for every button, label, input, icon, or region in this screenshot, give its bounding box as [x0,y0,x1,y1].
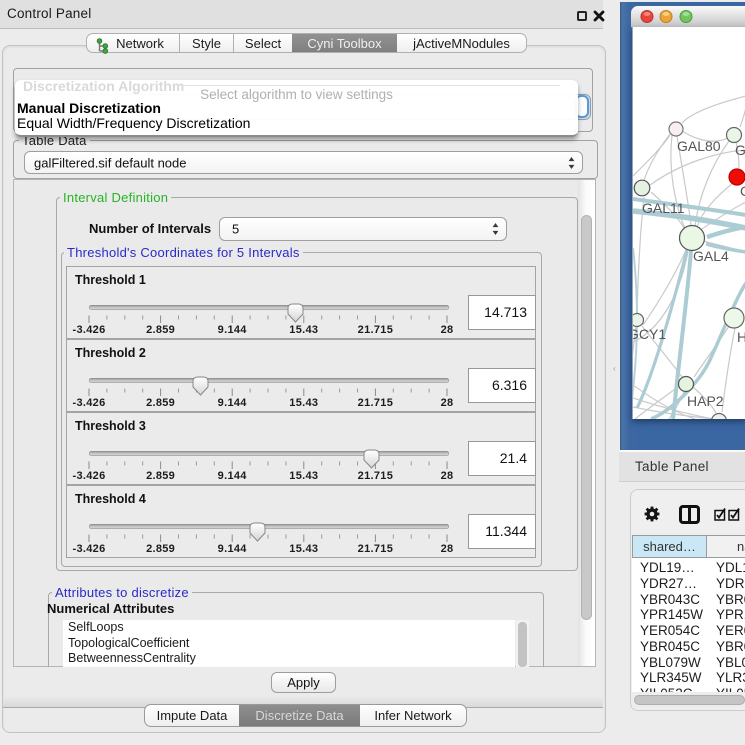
svg-text:HAP2: HAP2 [687,393,724,409]
svg-text:GAL80: GAL80 [677,138,721,154]
svg-text:CA: CA [740,183,745,199]
svg-text:GCY1: GCY1 [632,326,666,342]
svg-text:GAL11: GAL11 [642,200,685,216]
svg-text:GAL4: GAL4 [693,248,729,264]
svg-text:GA: GA [735,142,745,158]
svg-text:HI: HI [737,329,745,345]
